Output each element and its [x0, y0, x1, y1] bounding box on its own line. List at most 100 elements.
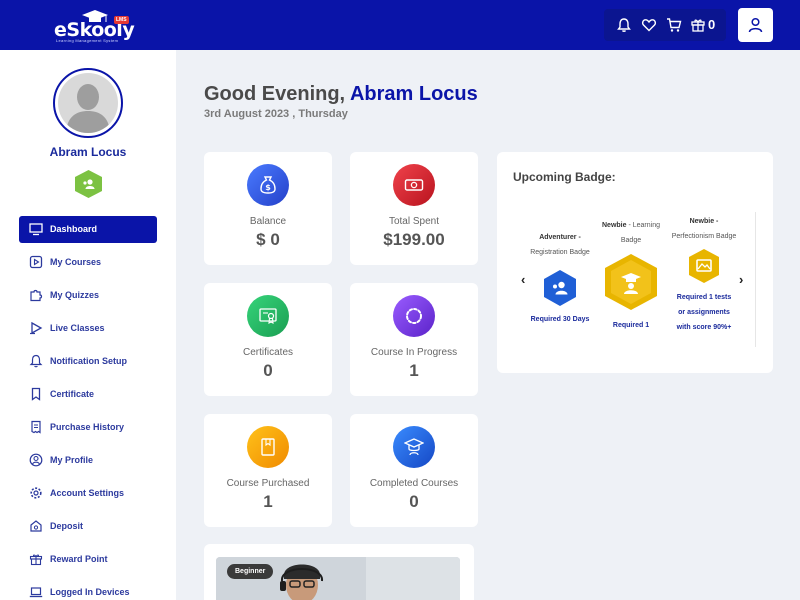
- logo-tag: LMS: [114, 16, 129, 24]
- logo-subtext: Learning Management System: [56, 38, 119, 43]
- panel-divider: [755, 212, 756, 347]
- heart-icon[interactable]: [641, 17, 657, 33]
- top-header: eSkooly LMS Learning Management System 0: [0, 0, 800, 50]
- badge-name: Adventurer -: [539, 234, 581, 241]
- stat-value: $199.00: [383, 230, 445, 249]
- stat-label: Completed Courses: [369, 478, 459, 489]
- cart-count: 0: [708, 17, 716, 32]
- sidebar-item-deposit[interactable]: Deposit: [19, 513, 157, 540]
- stat-value: 0: [409, 492, 419, 511]
- sidebar-item-purchase-history[interactable]: Purchase History: [19, 414, 157, 441]
- sidebar-item-label: Dashboard: [50, 224, 98, 234]
- stat-card-course-in-progress[interactable]: Course In Progress 1: [350, 283, 478, 396]
- profile-name: Abram Locus: [49, 145, 127, 159]
- stat-label: Balance: [249, 216, 287, 227]
- greeting-heading: Good Evening, Abram Locus: [204, 83, 478, 106]
- sidebar: Abram Locus Dashboard My Courses My Quiz…: [0, 50, 176, 600]
- profile-icon: [29, 453, 43, 467]
- stat-card-balance[interactable]: $ Balance $ 0: [204, 152, 332, 265]
- newbie-perfectionism-badge-icon: [689, 249, 719, 283]
- stat-icon-circle: [393, 295, 435, 337]
- banknote-icon: [404, 179, 424, 191]
- badge-requirement: Required 1: [612, 322, 650, 329]
- stat-icon-circle: $: [247, 164, 289, 206]
- deposit-icon: [30, 520, 42, 532]
- adventurer-badge-icon: [544, 270, 576, 306]
- badge-type: Perfectionism Badge: [671, 233, 737, 240]
- stat-label: Course Purchased: [226, 478, 310, 489]
- current-badge-icon[interactable]: [75, 170, 102, 198]
- laptop-icon: [29, 587, 43, 598]
- money-bag-icon: $: [260, 176, 276, 194]
- stat-icon-circle: [247, 295, 289, 337]
- sidebar-item-label: Account Settings: [50, 488, 125, 498]
- sidebar-item-label: Live Classes: [50, 323, 105, 333]
- stat-label: Total Spent: [388, 216, 440, 227]
- stat-value: 1: [409, 361, 419, 380]
- cart-icon[interactable]: [666, 17, 682, 33]
- newbie-learning-badge-icon: [605, 254, 657, 310]
- sidebar-item-label: My Courses: [50, 257, 102, 267]
- sidebar-item-certificate[interactable]: Certificate: [19, 381, 157, 408]
- user-menu-button[interactable]: [738, 8, 773, 42]
- loading-spinner-icon: [406, 308, 422, 324]
- sidebar-item-label: Reward Point: [50, 554, 108, 564]
- sidebar-item-my-quizzes[interactable]: My Quizzes: [19, 282, 157, 309]
- badge-requirement-line: with score 90%+: [676, 324, 732, 331]
- stat-value: 1: [263, 492, 273, 511]
- book-icon: [261, 438, 275, 456]
- sidebar-item-logged-in-devices[interactable]: Logged In Devices: [19, 579, 157, 600]
- upcoming-badge-title: Upcoming Badge:: [513, 170, 616, 184]
- stat-card-certificates[interactable]: Certificates 0: [204, 283, 332, 396]
- stat-card-course-purchased[interactable]: Course Purchased 1: [204, 414, 332, 527]
- sidebar-nav: Dashboard My Courses My Quizzes Live Cla…: [19, 216, 157, 600]
- stat-icon-circle: [393, 426, 435, 468]
- avatar-placeholder: [58, 73, 118, 133]
- user-icon: [748, 17, 763, 33]
- gift-icon: [29, 554, 43, 566]
- gift-icon[interactable]: [690, 17, 706, 33]
- sidebar-item-my-courses[interactable]: My Courses: [19, 249, 157, 276]
- badge-requirement-line: Required 1 tests: [676, 294, 732, 301]
- bell-icon: [29, 354, 43, 368]
- sidebar-item-label: Purchase History: [50, 422, 125, 432]
- course-level-badge: Beginner: [227, 564, 274, 579]
- graduate-icon: [404, 438, 424, 456]
- badge-item-newbie-learning[interactable]: Newbie - Learning Badge Required 1: [595, 218, 667, 333]
- upcoming-badge-panel: Upcoming Badge: ‹ › Adventurer - Registr…: [497, 152, 773, 373]
- stat-card-total-spent[interactable]: Total Spent $199.00: [350, 152, 478, 265]
- live-icon: [30, 321, 43, 335]
- sidebar-item-notification-setup[interactable]: Notification Setup: [19, 348, 157, 375]
- receipt-icon: [31, 420, 41, 434]
- stat-label: Certificates: [242, 347, 293, 358]
- eskooly-logo[interactable]: eSkooly LMS Learning Management System: [54, 10, 135, 43]
- sidebar-item-live-classes[interactable]: Live Classes: [19, 315, 157, 342]
- badge-type: Registration Badge: [530, 249, 590, 256]
- course-card[interactable]: Beginner: [204, 544, 474, 600]
- badge-name: Newbie - Learning Badge: [602, 222, 660, 244]
- sidebar-item-label: My Quizzes: [50, 290, 100, 300]
- certificate-icon: [259, 308, 277, 324]
- badge-item-adventurer[interactable]: Adventurer - Registration Badge Required…: [517, 230, 603, 327]
- sidebar-item-label: Notification Setup: [50, 356, 127, 366]
- sidebar-item-reward-point[interactable]: Reward Point: [19, 546, 157, 573]
- badge-name: Newbie -: [689, 218, 719, 225]
- badge-item-newbie-perfectionism[interactable]: Newbie - Perfectionism Badge Required 1 …: [665, 214, 743, 335]
- sidebar-item-account-settings[interactable]: Account Settings: [19, 480, 157, 507]
- play-icon: [29, 255, 43, 269]
- stat-card-completed-courses[interactable]: Completed Courses 0: [350, 414, 478, 527]
- current-date: 3rd August 2023 , Thursday: [204, 108, 348, 120]
- monitor-icon: [29, 223, 43, 236]
- greeting-name: Abram Locus: [349, 83, 478, 105]
- stat-value: $ 0: [256, 230, 280, 249]
- sidebar-item-my-profile[interactable]: My Profile: [19, 447, 157, 474]
- bell-icon[interactable]: [616, 17, 632, 33]
- bookmark-icon: [31, 387, 41, 401]
- sidebar-item-dashboard[interactable]: Dashboard: [19, 216, 157, 243]
- sidebar-item-label: Logged In Devices: [50, 587, 130, 597]
- sidebar-item-label: My Profile: [50, 455, 94, 465]
- stat-icon-circle: [393, 164, 435, 206]
- svg-text:$: $: [265, 183, 271, 192]
- puzzle-icon: [30, 289, 43, 302]
- avatar[interactable]: [53, 68, 123, 138]
